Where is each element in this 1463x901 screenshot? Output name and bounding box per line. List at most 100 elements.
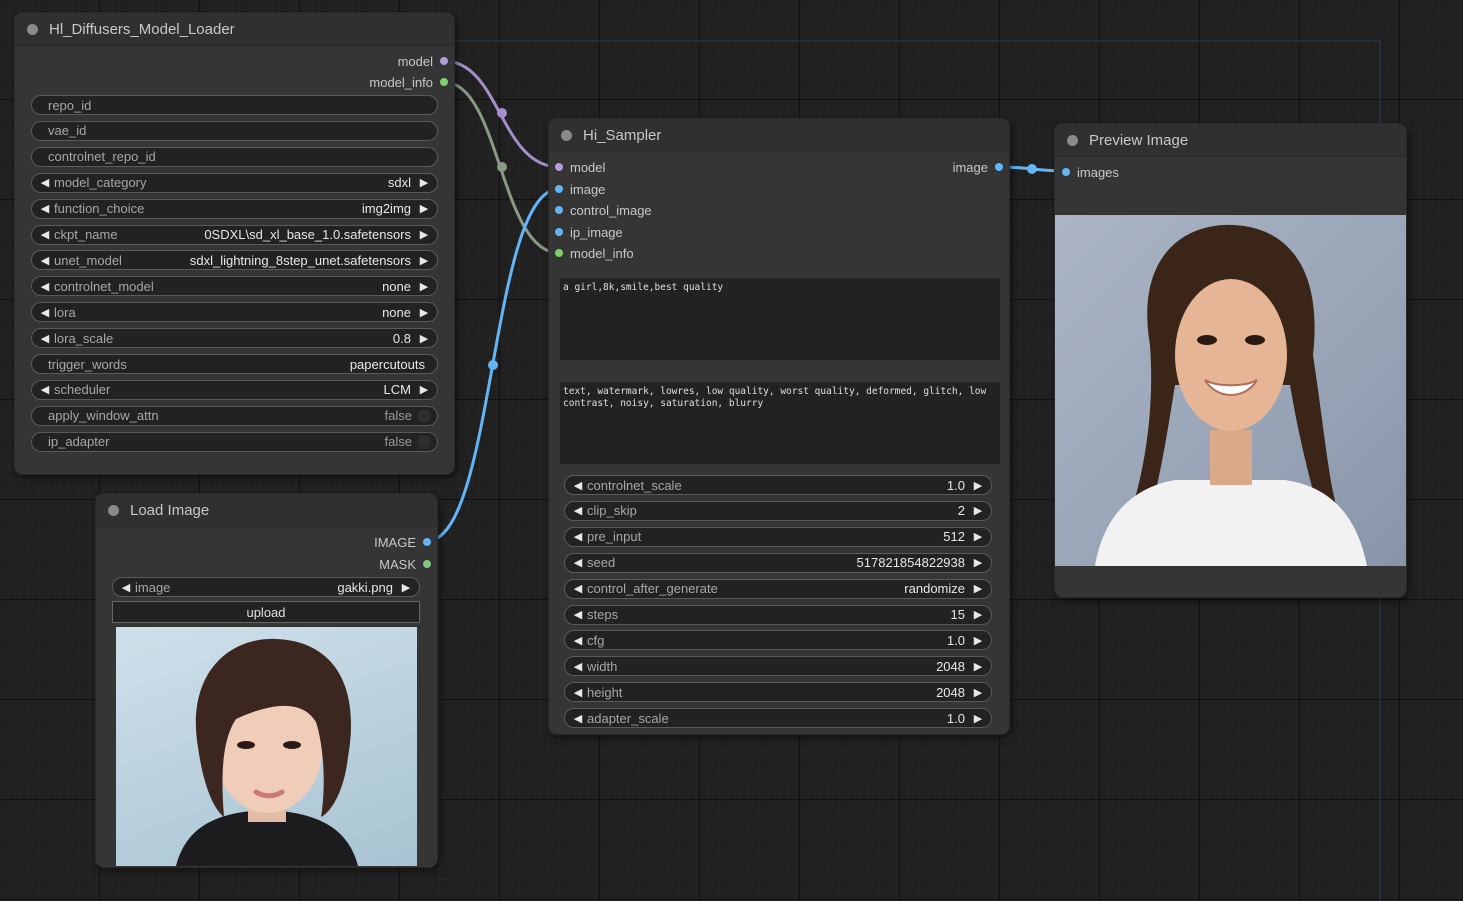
decrement-arrow-icon[interactable]: ◀ (571, 660, 585, 673)
node-title-bar[interactable]: Load Image (96, 494, 437, 527)
increment-arrow-icon[interactable]: ▶ (971, 660, 985, 673)
output-port-icon[interactable] (423, 560, 431, 568)
collapse-dot-icon[interactable] (1067, 134, 1078, 146)
widget-apply-window-attn[interactable]: apply_window_attn false (31, 405, 438, 426)
increment-arrow-icon[interactable]: ▶ (417, 306, 431, 319)
increment-arrow-icon[interactable]: ▶ (417, 332, 431, 345)
output-mask[interactable]: MASK (379, 556, 431, 572)
increment-arrow-icon[interactable]: ▶ (971, 504, 985, 517)
input-port-icon[interactable] (555, 206, 563, 214)
widget-trigger-words[interactable]: trigger_words papercutouts (31, 354, 438, 374)
widget-controlnet-model[interactable]: ◀ controlnet_model none ▶ (31, 276, 438, 297)
widget-ip-adapter[interactable]: ip_adapter false (31, 431, 438, 452)
input-port-icon[interactable] (555, 249, 563, 257)
input-ip-image[interactable]: ip_image (555, 224, 623, 240)
decrement-arrow-icon[interactable]: ◀ (119, 581, 133, 594)
sampler-node[interactable]: Hi_Sampler model image control_image ip_… (549, 119, 1009, 734)
widget-clip-skip[interactable]: ◀ clip_skip 2 ▶ (564, 500, 992, 521)
toggle-switch-icon[interactable] (417, 434, 431, 449)
input-images[interactable]: images (1062, 164, 1119, 180)
node-title-bar[interactable]: Hi_Sampler (549, 119, 1009, 152)
increment-arrow-icon[interactable]: ▶ (417, 176, 431, 189)
decrement-arrow-icon[interactable]: ◀ (571, 608, 585, 621)
output-port-icon[interactable] (440, 78, 448, 86)
input-model[interactable]: model (555, 159, 605, 175)
decrement-arrow-icon[interactable]: ◀ (571, 582, 585, 595)
model-loader-node[interactable]: Hl_Diffusers_Model_Loader model model_in… (15, 13, 454, 474)
input-port-icon[interactable] (1062, 168, 1070, 176)
input-port-icon[interactable] (555, 163, 563, 171)
increment-arrow-icon[interactable]: ▶ (971, 712, 985, 725)
upload-button[interactable]: upload (112, 601, 420, 623)
widget-seed[interactable]: ◀ seed 517821854822938 ▶ (564, 552, 992, 573)
decrement-arrow-icon[interactable]: ◀ (38, 228, 52, 241)
increment-arrow-icon[interactable]: ▶ (971, 608, 985, 621)
output-port-icon[interactable] (440, 57, 448, 65)
widget-height[interactable]: ◀ height 2048 ▶ (564, 682, 992, 703)
decrement-arrow-icon[interactable]: ◀ (38, 176, 52, 189)
widget-repo-id[interactable]: repo_id (31, 95, 438, 115)
node-title-bar[interactable]: Preview Image (1055, 124, 1406, 157)
toggle-switch-icon[interactable] (417, 408, 431, 423)
output-model-info[interactable]: model_info (369, 74, 448, 90)
output-port-icon[interactable] (423, 538, 431, 546)
decrement-arrow-icon[interactable]: ◀ (38, 202, 52, 215)
widget-ckpt-name[interactable]: ◀ ckpt_name 0SDXL\sd_xl_base_1.0.safetenso… (31, 224, 438, 245)
preview-image-node[interactable]: Preview Image images (1055, 124, 1406, 597)
increment-arrow-icon[interactable]: ▶ (417, 202, 431, 215)
input-model-info[interactable]: model_info (555, 245, 634, 261)
input-image[interactable]: image (555, 181, 605, 197)
decrement-arrow-icon[interactable]: ◀ (38, 332, 52, 345)
decrement-arrow-icon[interactable]: ◀ (571, 479, 585, 492)
widget-cfg[interactable]: ◀ cfg 1.0 ▶ (564, 630, 992, 651)
increment-arrow-icon[interactable]: ▶ (971, 634, 985, 647)
positive-prompt-textarea[interactable]: a girl,8k,smile,best quality (560, 278, 1000, 360)
load-image-node[interactable]: Load Image IMAGE MASK ◀ image gakki.png … (96, 494, 437, 867)
widget-unet-model[interactable]: ◀ unet_model sdxl_lightning_8step_unet.saf… (31, 250, 438, 271)
widget-model-category[interactable]: ◀ model_category sdxl ▶ (31, 172, 438, 193)
widget-controlnet-repo-id[interactable]: controlnet_repo_id (31, 146, 438, 167)
widget-control-after-generate[interactable]: ◀ control_after_generate randomize ▶ (564, 578, 992, 599)
widget-pre-input[interactable]: ◀ pre_input 512 ▶ (564, 526, 992, 547)
input-port-icon[interactable] (555, 185, 563, 193)
decrement-arrow-icon[interactable]: ◀ (38, 306, 52, 319)
input-control-image[interactable]: control_image (555, 202, 652, 218)
increment-arrow-icon[interactable]: ▶ (417, 280, 431, 293)
increment-arrow-icon[interactable]: ▶ (399, 581, 413, 594)
increment-arrow-icon[interactable]: ▶ (417, 383, 431, 396)
widget-steps[interactable]: ◀ steps 15 ▶ (564, 604, 992, 625)
widget-adapter-scale[interactable]: ◀ adapter_scale 1.0 ▶ (564, 708, 992, 729)
negative-prompt-textarea[interactable]: text, watermark, lowres, low quality, wo… (560, 382, 1000, 464)
decrement-arrow-icon[interactable]: ◀ (38, 254, 52, 267)
widget-scheduler[interactable]: ◀ scheduler LCM ▶ (31, 379, 438, 400)
output-port-icon[interactable] (995, 163, 1003, 171)
output-model[interactable]: model (398, 53, 448, 69)
widget-lora[interactable]: ◀ lora none ▶ (31, 302, 438, 323)
decrement-arrow-icon[interactable]: ◀ (571, 556, 585, 569)
decrement-arrow-icon[interactable]: ◀ (571, 686, 585, 699)
decrement-arrow-icon[interactable]: ◀ (571, 504, 585, 517)
widget-width[interactable]: ◀ width 2048 ▶ (564, 656, 992, 677)
output-image[interactable]: IMAGE (374, 534, 431, 550)
widget-function-choice[interactable]: ◀ function_choice img2img ▶ (31, 198, 438, 219)
decrement-arrow-icon[interactable]: ◀ (571, 530, 585, 543)
collapse-dot-icon[interactable] (108, 504, 119, 516)
node-title-bar[interactable]: Hl_Diffusers_Model_Loader (15, 13, 454, 46)
collapse-dot-icon[interactable] (561, 129, 572, 141)
increment-arrow-icon[interactable]: ▶ (971, 686, 985, 699)
decrement-arrow-icon[interactable]: ◀ (38, 383, 52, 396)
decrement-arrow-icon[interactable]: ◀ (38, 280, 52, 293)
widget-controlnet-scale[interactable]: ◀ controlnet_scale 1.0 ▶ (564, 475, 992, 495)
increment-arrow-icon[interactable]: ▶ (417, 254, 431, 267)
decrement-arrow-icon[interactable]: ◀ (571, 712, 585, 725)
widget-vae-id[interactable]: vae_id (31, 120, 438, 141)
increment-arrow-icon[interactable]: ▶ (971, 556, 985, 569)
output-image[interactable]: image (953, 159, 1003, 175)
input-port-icon[interactable] (555, 228, 563, 236)
increment-arrow-icon[interactable]: ▶ (971, 530, 985, 543)
collapse-dot-icon[interactable] (27, 23, 38, 35)
increment-arrow-icon[interactable]: ▶ (971, 582, 985, 595)
image-select[interactable]: ◀ image gakki.png ▶ (112, 577, 420, 597)
increment-arrow-icon[interactable]: ▶ (417, 228, 431, 241)
decrement-arrow-icon[interactable]: ◀ (571, 634, 585, 647)
